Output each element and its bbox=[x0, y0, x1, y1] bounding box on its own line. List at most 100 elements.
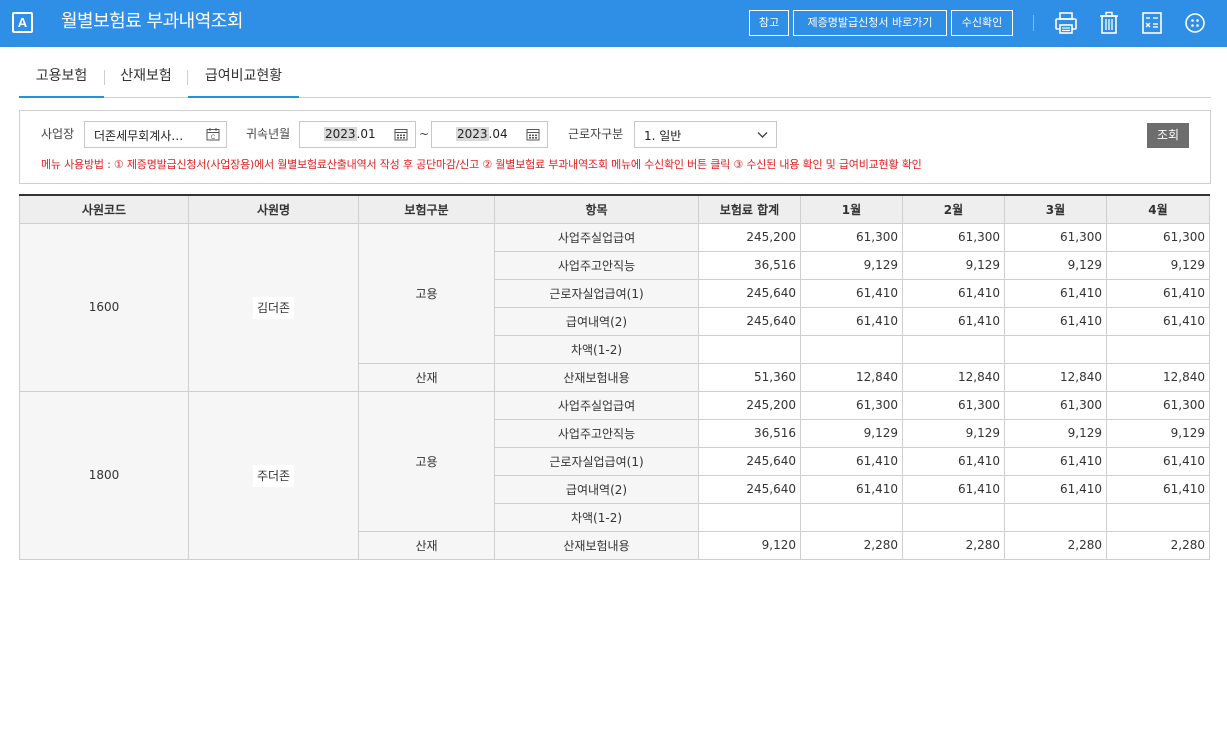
reference-button[interactable]: 참고 bbox=[749, 10, 789, 36]
workplace-lookup-icon[interactable]: C bbox=[206, 128, 220, 141]
month-cell: 61,300 bbox=[902, 222, 1005, 252]
trash-icon[interactable] bbox=[1096, 10, 1122, 36]
insurance-type-cell: 고용 bbox=[358, 222, 495, 364]
total-cell: 245,640 bbox=[698, 278, 801, 308]
col-header-item: 항목 bbox=[494, 194, 699, 224]
workplace-label: 사업장 bbox=[41, 127, 75, 141]
item-cell: 근로자실업급여(1) bbox=[494, 446, 699, 476]
month-cell bbox=[902, 502, 1005, 532]
month-cell: 61,410 bbox=[1004, 278, 1107, 308]
total-cell: 245,200 bbox=[698, 222, 801, 252]
total-cell: 36,516 bbox=[698, 418, 801, 448]
month-cell bbox=[1106, 334, 1210, 364]
col-header-total: 보험료 합계 bbox=[698, 194, 801, 224]
receive-confirm-button[interactable]: 수신확인 bbox=[951, 10, 1013, 36]
period-to-year: 2023 bbox=[456, 127, 489, 141]
total-cell: 245,640 bbox=[698, 306, 801, 336]
month-cell: 61,410 bbox=[800, 446, 903, 476]
employee-name-cell: 김더존 bbox=[188, 222, 359, 392]
month-cell: 9,129 bbox=[902, 250, 1005, 280]
month-cell: 9,129 bbox=[800, 250, 903, 280]
premium-table: 사원코드 사원명 보험구분 항목 보험료 합계 1월 2월 3월 4월 1600… bbox=[19, 194, 1210, 560]
month-cell: 2,280 bbox=[1004, 530, 1107, 560]
insurance-type-cell: 산재 bbox=[358, 362, 495, 392]
month-cell: 61,410 bbox=[1004, 306, 1107, 336]
employee-code-cell: 1800 bbox=[19, 390, 189, 560]
total-cell bbox=[698, 334, 801, 364]
worker-type-value: 1. 일반 bbox=[644, 129, 682, 143]
workplace-field[interactable]: 더존세무회계사… C bbox=[84, 121, 227, 148]
month-cell: 61,410 bbox=[902, 474, 1005, 504]
month-cell: 61,410 bbox=[1004, 474, 1107, 504]
calculator-icon[interactable] bbox=[1139, 10, 1165, 36]
workplace-value: 더존세무회계사… bbox=[94, 129, 184, 143]
item-cell: 근로자실업급여(1) bbox=[494, 278, 699, 308]
insurance-type-cell: 산재 bbox=[358, 530, 495, 560]
month-cell: 61,410 bbox=[1106, 278, 1210, 308]
item-cell: 차액(1-2) bbox=[494, 502, 699, 532]
month-cell: 61,410 bbox=[1106, 474, 1210, 504]
month-cell: 61,410 bbox=[1106, 446, 1210, 476]
month-cell: 9,129 bbox=[1106, 418, 1210, 448]
period-label: 귀속년월 bbox=[246, 127, 291, 141]
col-header-month-2: 2월 bbox=[902, 194, 1005, 224]
month-cell: 61,410 bbox=[902, 306, 1005, 336]
app-header: A 월별보험료 부과내역조회 참고 제증명발급신청서 바로가기 수신확인 bbox=[0, 0, 1227, 47]
total-cell: 245,640 bbox=[698, 446, 801, 476]
item-cell: 급여내역(2) bbox=[494, 474, 699, 504]
item-cell: 산재보험내용 bbox=[494, 530, 699, 560]
month-cell: 61,300 bbox=[800, 390, 903, 420]
period-tilde: ~ bbox=[419, 127, 430, 141]
table-row[interactable]: 1800 주더존 고용 사업주실업급여 245,200 61,300 61,300 61,30… bbox=[19, 390, 1210, 560]
item-cell: 사업주실업급여 bbox=[494, 222, 699, 252]
total-cell: 51,360 bbox=[698, 362, 801, 392]
period-to-field[interactable]: 2023.04 bbox=[431, 121, 548, 148]
month-cell: 61,410 bbox=[1004, 446, 1107, 476]
col-header-month-3: 3월 bbox=[1004, 194, 1107, 224]
calendar-icon[interactable] bbox=[394, 128, 408, 141]
col-header-insurance-type: 보험구분 bbox=[358, 194, 495, 224]
month-cell: 9,129 bbox=[1004, 250, 1107, 280]
calendar-icon[interactable] bbox=[526, 128, 540, 141]
more-icon[interactable] bbox=[1182, 10, 1208, 36]
month-cell: 61,300 bbox=[800, 222, 903, 252]
col-header-month-4: 4월 bbox=[1106, 194, 1210, 224]
month-cell: 9,129 bbox=[902, 418, 1005, 448]
month-cell bbox=[1004, 502, 1107, 532]
period-from-year: 2023 bbox=[324, 127, 357, 141]
employee-name-cell: 주더존 bbox=[188, 390, 359, 560]
query-button[interactable]: 조회 bbox=[1147, 123, 1189, 148]
tab-industrial-accident[interactable]: 산재보험 bbox=[105, 60, 187, 98]
month-cell: 2,280 bbox=[800, 530, 903, 560]
month-cell: 61,410 bbox=[800, 278, 903, 308]
table-header-row: 사원코드 사원명 보험구분 항목 보험료 합계 1월 2월 3월 4월 bbox=[19, 194, 1210, 224]
month-cell: 2,280 bbox=[1106, 530, 1210, 560]
month-cell: 9,129 bbox=[800, 418, 903, 448]
item-cell: 차액(1-2) bbox=[494, 334, 699, 364]
month-cell: 12,840 bbox=[1004, 362, 1107, 392]
table-row[interactable]: 1600 김더존 고용 사업주실업급여 245,200 61,300 61,300 61,30… bbox=[19, 222, 1210, 392]
period-from-field[interactable]: 2023.01 bbox=[299, 121, 416, 148]
worker-type-label: 근로자구분 bbox=[568, 127, 624, 141]
period-to-month: .04 bbox=[488, 127, 508, 141]
month-cell bbox=[902, 334, 1005, 364]
month-cell: 61,300 bbox=[1106, 222, 1210, 252]
total-cell: 9,120 bbox=[698, 530, 801, 560]
month-cell: 9,129 bbox=[1106, 250, 1210, 280]
total-cell: 245,640 bbox=[698, 474, 801, 504]
goto-certificate-button[interactable]: 제증명발급신청서 바로가기 bbox=[793, 10, 947, 36]
tab-employment-insurance[interactable]: 고용보험 bbox=[19, 60, 104, 98]
worker-type-select[interactable]: 1. 일반 bbox=[634, 121, 777, 148]
month-cell: 61,410 bbox=[800, 474, 903, 504]
usage-instructions: 메뉴 사용방법 : ① 제증명발급신청서(사업장용)에서 월별보험료산출내역서 … bbox=[41, 158, 922, 171]
month-cell bbox=[800, 502, 903, 532]
month-cell: 12,840 bbox=[1106, 362, 1210, 392]
print-icon[interactable] bbox=[1053, 10, 1079, 36]
month-cell: 61,300 bbox=[1004, 390, 1107, 420]
employee-name: 주더존 bbox=[252, 464, 295, 487]
employee-code-cell: 1600 bbox=[19, 222, 189, 392]
tab-salary-comparison[interactable]: 급여비교현황 bbox=[188, 60, 299, 98]
month-cell: 9,129 bbox=[1004, 418, 1107, 448]
month-cell: 61,300 bbox=[902, 390, 1005, 420]
col-header-month-1: 1월 bbox=[800, 194, 903, 224]
